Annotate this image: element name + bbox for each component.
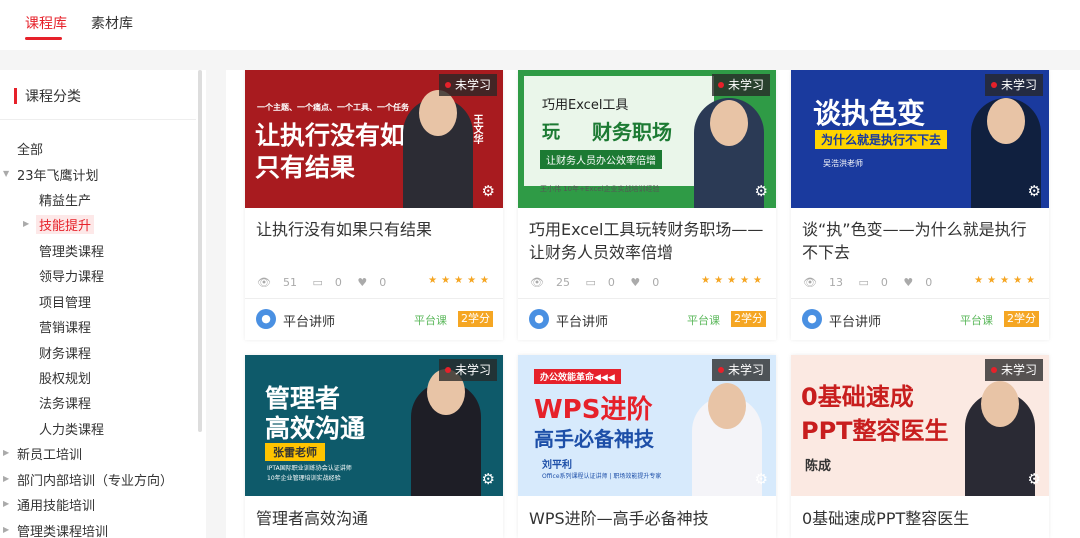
course-thumbnail: 管理者 高效沟通 张雷老师 IPTA国际职业训练协会认证讲师 10年企业管理培训… <box>245 355 503 496</box>
sidebar-item-lean[interactable]: 精益生产 <box>39 190 91 209</box>
caret-right-icon[interactable]: ▶ <box>3 499 9 508</box>
sidebar-item-finance[interactable]: 财务课程 <box>39 343 91 362</box>
gear-icon[interactable]: ⚙ <box>1028 182 1041 200</box>
avatar: ● <box>256 309 276 329</box>
eye-icon: 👁 <box>530 276 544 289</box>
caret-down-icon[interactable]: ▼ <box>3 169 9 178</box>
course-title[interactable]: 0基础速成PPT整容医生 <box>802 507 1040 530</box>
course-title[interactable]: 管理者高效沟通 <box>256 507 494 530</box>
status-badge: 未学习 <box>438 74 497 96</box>
sidebar-title-bar <box>14 88 17 104</box>
sidebar-item-feiying[interactable]: 23年飞鹰计划 <box>17 165 99 184</box>
eye-icon: 👁 <box>257 276 271 289</box>
heart-icon: ♥ <box>357 276 368 289</box>
heart-icon: ♥ <box>630 276 641 289</box>
lecturer-name: 平台讲师 <box>829 315 882 330</box>
sidebar-item-project[interactable]: 项目管理 <box>39 292 91 311</box>
rating-stars: ★★★★★ <box>974 275 1039 286</box>
course-stats: 👁 13 ▭ 0 ♥ 0 <box>803 276 933 289</box>
heart-icon: ♥ <box>903 276 914 289</box>
status-badge: 未学习 <box>984 359 1043 381</box>
gear-icon[interactable]: ⚙ <box>1028 470 1041 488</box>
sidebar-item-leadership[interactable]: 领导力课程 <box>39 266 104 285</box>
course-grid: 一个主题、一个痛点、一个工具、一个任务 让执行没有如果 只有结果 王文华 未学习… <box>226 70 1080 538</box>
course-title[interactable]: 巧用Excel工具玩转财务职场——让财务人员效率倍增 <box>529 218 767 264</box>
sidebar-item-general-skills[interactable]: 通用技能培训 <box>17 495 95 514</box>
sidebar-item-all[interactable]: 全部 <box>17 139 43 158</box>
course-type-tag: 平台课 <box>687 314 720 327</box>
gear-icon[interactable]: ⚙ <box>755 470 768 488</box>
course-thumbnail: 0基础速成 PPT整容医生 陈成 未学习 ⚙ <box>791 355 1049 496</box>
active-tab-indicator <box>25 37 62 40</box>
sidebar-item-hr[interactable]: 人力类课程 <box>39 419 104 438</box>
comment-icon: ▭ <box>858 276 869 289</box>
course-title[interactable]: 谈“执”色变——为什么就是执行不下去 <box>802 218 1040 264</box>
gear-icon[interactable]: ⚙ <box>482 182 495 200</box>
caret-right-icon[interactable]: ▶ <box>23 219 29 228</box>
status-badge: 未学习 <box>711 359 770 381</box>
sidebar-header: 课程分类 <box>0 70 196 120</box>
caret-right-icon[interactable]: ▶ <box>3 525 9 534</box>
credit-tag: 2学分 <box>731 311 766 327</box>
course-card[interactable]: 谈执色变 为什么就是执行不下去 吴浩洪老师 未学习 ⚙ 谈“执”色变——为什么就… <box>791 70 1049 340</box>
comment-icon: ▭ <box>312 276 323 289</box>
course-thumbnail: 办公效能革命◀◀◀ WPS进阶 高手必备神技 刘平利 Office系列课程认证讲… <box>518 355 776 496</box>
course-type-tag: 平台课 <box>960 314 993 327</box>
course-card[interactable]: 管理者 高效沟通 张雷老师 IPTA国际职业训练协会认证讲师 10年企业管理培训… <box>245 355 503 538</box>
course-title[interactable]: 让执行没有如果只有结果 <box>256 218 494 241</box>
sidebar-item-management[interactable]: 管理类课程 <box>39 241 104 260</box>
eye-icon: 👁 <box>803 276 817 289</box>
course-card[interactable]: 巧用Excel工具 玩 财务职场 让财务人员办公效率倍增 王小伟 10年+Exc… <box>518 70 776 340</box>
course-thumbnail: 一个主题、一个痛点、一个工具、一个任务 让执行没有如果 只有结果 王文华 未学习… <box>245 70 503 208</box>
sidebar-item-legal[interactable]: 法务课程 <box>39 393 91 412</box>
status-badge: 未学习 <box>984 74 1043 96</box>
gear-icon[interactable]: ⚙ <box>755 182 768 200</box>
course-thumbnail: 巧用Excel工具 玩 财务职场 让财务人员办公效率倍增 王小伟 10年+Exc… <box>518 70 776 208</box>
status-badge: 未学习 <box>711 74 770 96</box>
avatar: ● <box>529 309 549 329</box>
lecturer-name: 平台讲师 <box>283 315 336 330</box>
gear-icon[interactable]: ⚙ <box>482 470 495 488</box>
lecturer-name: 平台讲师 <box>556 315 609 330</box>
course-card[interactable]: 0基础速成 PPT整容医生 陈成 未学习 ⚙ 0基础速成PPT整容医生 <box>791 355 1049 538</box>
course-thumbnail: 谈执色变 为什么就是执行不下去 吴浩洪老师 未学习 ⚙ <box>791 70 1049 208</box>
tab-material-library[interactable]: 素材库 <box>91 13 133 33</box>
sidebar-item-marketing[interactable]: 营销课程 <box>39 317 91 336</box>
course-stats: 👁 25 ▭ 0 ♥ 0 <box>530 276 660 289</box>
sidebar-item-skills[interactable]: 技能提升 <box>36 215 95 234</box>
status-badge: 未学习 <box>438 359 497 381</box>
avatar: ● <box>802 309 822 329</box>
sidebar-item-equity[interactable]: 股权规划 <box>39 368 91 387</box>
tab-course-library[interactable]: 课程库 <box>25 13 67 33</box>
course-card[interactable]: 一个主题、一个痛点、一个工具、一个任务 让执行没有如果 只有结果 王文华 未学习… <box>245 70 503 340</box>
sidebar-title: 课程分类 <box>25 89 81 105</box>
course-stats: 👁 51 ▭ 0 ♥ 0 <box>257 276 387 289</box>
credit-tag: 2学分 <box>458 311 493 327</box>
credit-tag: 2学分 <box>1004 311 1039 327</box>
comment-icon: ▭ <box>585 276 596 289</box>
sidebar-scrollbar[interactable] <box>198 70 202 432</box>
rating-stars: ★★★★★ <box>428 275 493 286</box>
course-card[interactable]: 办公效能革命◀◀◀ WPS进阶 高手必备神技 刘平利 Office系列课程认证讲… <box>518 355 776 538</box>
top-tab-bar: 课程库 素材库 <box>0 0 1080 50</box>
course-type-tag: 平台课 <box>414 314 447 327</box>
course-title[interactable]: WPS进阶—高手必备神技 <box>529 507 767 530</box>
sidebar-item-management-training[interactable]: 管理类课程培训 <box>17 521 108 538</box>
caret-right-icon[interactable]: ▶ <box>3 474 9 483</box>
rating-stars: ★★★★★ <box>701 275 766 286</box>
sidebar-item-department[interactable]: 部门内部培训（专业方向） <box>17 470 173 489</box>
caret-right-icon[interactable]: ▶ <box>3 448 9 457</box>
sidebar-item-onboarding[interactable]: 新员工培训 <box>17 444 82 463</box>
category-sidebar: 课程分类 全部 ▼ 23年飞鹰计划 精益生产 ▶ 技能提升 管理类课程 领导力课… <box>0 70 206 538</box>
